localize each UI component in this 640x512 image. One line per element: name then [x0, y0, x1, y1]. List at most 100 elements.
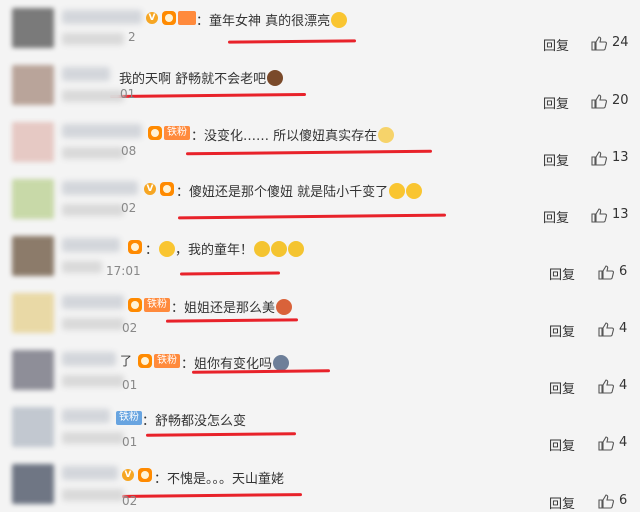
thumbs-up-icon[interactable]: [591, 150, 607, 166]
membership-badge-icon: [138, 354, 152, 368]
smile-emoji-icon: [331, 12, 348, 28]
reply-button[interactable]: 回复: [549, 378, 575, 397]
timestamp-blurred: [62, 489, 124, 501]
timestamp-blurred: [62, 375, 124, 387]
comment-row: V ：童年女神 真的很漂亮 2 回复 24: [0, 0, 640, 58]
thumbs-up-icon[interactable]: [591, 207, 607, 223]
reply-button[interactable]: 回复: [543, 207, 569, 226]
thumbs-up-icon[interactable]: [591, 93, 607, 109]
fan-badge: 铁粉: [154, 354, 180, 368]
username-blurred[interactable]: [62, 295, 124, 309]
thumbs-up-icon[interactable]: [598, 435, 614, 451]
vip-v-icon: V: [146, 12, 158, 24]
reply-button[interactable]: 回复: [543, 150, 569, 169]
thumbs-up-icon[interactable]: [598, 493, 614, 509]
monkey-emoji-icon: [267, 70, 284, 86]
comment-text: ：童年女神 真的很漂亮: [196, 10, 348, 29]
reply-button[interactable]: 回复: [549, 493, 575, 512]
timestamp-blurred: [62, 204, 124, 216]
thumbs-up-icon[interactable]: [598, 378, 614, 394]
comment-row: V ：傻妞还是那个傻妞 就是陆小千变了 02 回复 13: [0, 171, 640, 229]
like-count: 20: [612, 93, 629, 108]
laugh-cry-emoji-icon: [406, 183, 423, 199]
reply-button[interactable]: 回复: [549, 264, 575, 283]
comment-row: 铁粉 ：舒畅都没怎么变 01 回复 4: [0, 399, 640, 457]
comment-text: ：傻妞还是那个傻妞 就是陆小千变了: [176, 181, 423, 200]
comment-text: ：不愧是。。。天山童姥: [154, 472, 285, 487]
membership-badge-icon: [138, 468, 152, 482]
reply-button[interactable]: 回复: [543, 93, 569, 112]
red-underline: [191, 369, 331, 374]
username-blurred[interactable]: [62, 409, 110, 423]
thumbs-up-icon[interactable]: [598, 264, 614, 280]
timestamp: 02: [122, 494, 138, 508]
fan-badge: 铁粉: [116, 411, 142, 425]
fan-badge: 铁粉: [144, 298, 170, 312]
username-blurred[interactable]: [62, 352, 116, 366]
username-blurred[interactable]: [62, 67, 110, 81]
username-blurred[interactable]: [62, 466, 118, 480]
like-count: 6: [619, 493, 628, 508]
username-blurred[interactable]: [62, 238, 120, 252]
red-underline: [121, 493, 303, 498]
comment-text: ：，我的童年！: [145, 239, 305, 258]
timestamp: 02: [122, 321, 138, 335]
thumbs-up-icon[interactable]: [598, 321, 614, 337]
avatar[interactable]: [12, 8, 54, 48]
timestamp: 02: [121, 201, 137, 215]
thumbs-up-icon[interactable]: [591, 35, 607, 51]
crying-emoji-icon: [288, 241, 305, 257]
comment-row: 我的天啊 舒畅就不会老吧 01 回复 20: [0, 57, 640, 115]
membership-badge-icon: [128, 240, 142, 254]
timestamp: 08: [121, 144, 137, 158]
avatar[interactable]: [12, 122, 54, 162]
comment-row: ：，我的童年！ 17:01 回复 6: [0, 228, 640, 286]
crying-emoji-icon: [271, 241, 288, 257]
fan-badge: 铁粉: [164, 126, 190, 140]
membership-badge-icon: [148, 126, 162, 140]
like-count: 6: [619, 264, 628, 279]
timestamp: 01: [122, 435, 138, 449]
comment-row: 了 铁粉 ：姐你有变化吗 01 回复 4: [0, 342, 640, 400]
membership-badge-icon: [162, 11, 176, 25]
timestamp-blurred: [62, 147, 124, 159]
reply-button[interactable]: 回复: [549, 435, 575, 454]
red-underline: [177, 213, 447, 220]
avatar[interactable]: [12, 65, 54, 105]
blush-emoji-icon: [276, 299, 293, 315]
crying-emoji-icon: [254, 241, 271, 257]
red-underline: [145, 432, 297, 437]
username-blurred[interactable]: [62, 181, 138, 195]
timestamp: 01: [120, 87, 136, 101]
timestamp-blurred: [62, 318, 124, 330]
red-underline: [109, 92, 307, 99]
username-blurred[interactable]: [62, 10, 142, 24]
timestamp: 17:01: [106, 264, 141, 278]
vip-v-icon: V: [144, 183, 156, 195]
timestamp: 01: [122, 378, 138, 392]
timestamp-blurred: [62, 33, 124, 45]
avatar[interactable]: [12, 350, 54, 390]
avatar[interactable]: [12, 464, 54, 504]
membership-badge-icon: [128, 298, 142, 312]
red-underline: [185, 149, 433, 156]
avatar[interactable]: [12, 179, 54, 219]
avatar[interactable]: [12, 293, 54, 333]
reply-button[interactable]: 回复: [543, 35, 569, 54]
comment-row: 铁粉 ：没变化…… 所以傻妞真实存在 08 回复 13: [0, 114, 640, 172]
like-count: 13: [612, 150, 629, 165]
like-count: 4: [619, 435, 628, 450]
timestamp: 2: [128, 30, 136, 44]
comment-text: ：没变化…… 所以傻妞真实存在: [191, 125, 395, 144]
comment-text: ：舒畅都没怎么变: [142, 414, 247, 429]
avatar[interactable]: [12, 407, 54, 447]
timestamp-blurred: [62, 261, 102, 273]
membership-badge-icon: [160, 182, 174, 196]
like-count: 4: [619, 321, 628, 336]
username-blurred[interactable]: [62, 124, 142, 138]
red-underline: [179, 271, 281, 276]
laugh-cry-emoji-icon: [389, 183, 406, 199]
avatar[interactable]: [12, 236, 54, 276]
username-tail: 了: [120, 354, 133, 368]
reply-button[interactable]: 回复: [549, 321, 575, 340]
